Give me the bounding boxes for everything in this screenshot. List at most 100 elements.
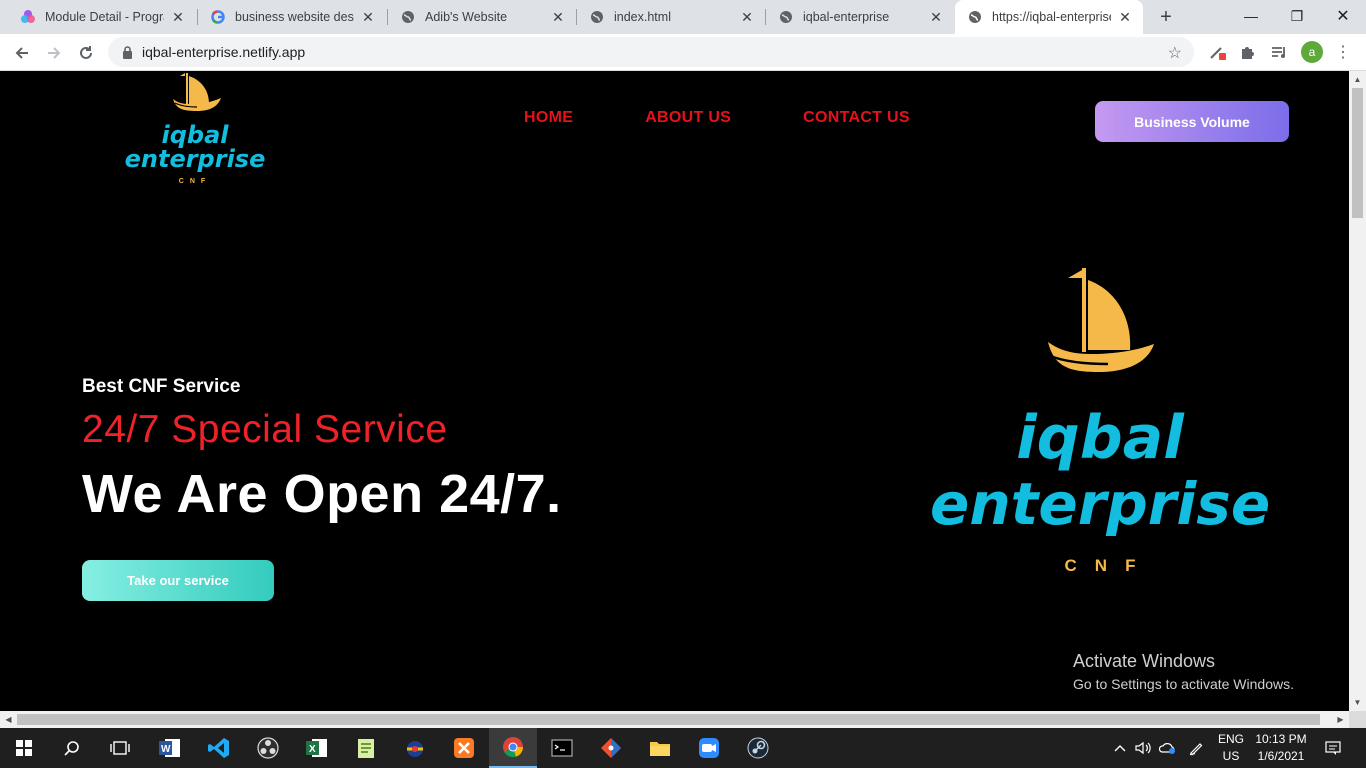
watermark-line2: Go to Settings to activate Windows. bbox=[1073, 676, 1294, 692]
scroll-left-arrow-icon[interactable]: ◀ bbox=[0, 711, 17, 728]
hero-title: We Are Open 24/7. bbox=[82, 464, 562, 524]
hero-kicker: Best CNF Service bbox=[82, 376, 241, 397]
app-icon[interactable] bbox=[391, 728, 439, 768]
logo-cnf: CNF bbox=[178, 178, 212, 185]
scroll-down-arrow-icon[interactable]: ▼ bbox=[1349, 694, 1366, 711]
close-window-button[interactable]: ✕ bbox=[1320, 0, 1366, 32]
close-tab-icon[interactable]: ✕ bbox=[360, 9, 376, 25]
globe-icon bbox=[400, 9, 416, 25]
horizontal-scroll-thumb[interactable] bbox=[17, 714, 1320, 725]
language-indicator[interactable]: ENG US bbox=[1214, 731, 1248, 765]
clock-date: 1/6/2021 bbox=[1257, 749, 1305, 763]
chrome-menu-icon[interactable]: ⋮ bbox=[1332, 41, 1354, 63]
tab-iqbal-enterprise[interactable]: iqbal-enterprise ✕ bbox=[766, 0, 954, 34]
nav-home[interactable]: HOME bbox=[524, 109, 573, 127]
horizontal-scrollbar[interactable]: ◀ ▶ bbox=[0, 711, 1349, 728]
tab-title: business website design bbox=[235, 10, 354, 24]
tab-adibs-website[interactable]: Adib's Website ✕ bbox=[388, 0, 576, 34]
onedrive-icon[interactable] bbox=[1156, 728, 1180, 768]
start-icon[interactable] bbox=[0, 728, 48, 768]
hero-logo-iqbal: iqbal bbox=[1016, 403, 1184, 473]
notepad-icon[interactable] bbox=[342, 728, 390, 768]
tab-strip: Module Detail - Progra ✕ business websit… bbox=[0, 0, 1366, 34]
business-volume-button[interactable]: Business Volume bbox=[1095, 101, 1289, 142]
main-nav: HOME ABOUT US CONTACT US bbox=[524, 109, 910, 127]
nav-about-us[interactable]: ABOUT US bbox=[645, 109, 731, 127]
hero-logo-enterprise: enterprise bbox=[930, 470, 1271, 538]
pinwheel-icon bbox=[20, 9, 36, 25]
scrollbar-corner bbox=[1349, 711, 1366, 728]
windows-taskbar: W X ENG US 10:13 PM 1/6/2021 bbox=[0, 728, 1366, 768]
tab-title: iqbal-enterprise bbox=[803, 10, 890, 24]
vscode-icon[interactable] bbox=[195, 728, 243, 768]
word-icon[interactable]: W bbox=[146, 728, 194, 768]
forward-button[interactable] bbox=[40, 39, 68, 67]
scroll-up-arrow-icon[interactable]: ▲ bbox=[1349, 71, 1366, 88]
tab-business-website[interactable]: business website design ✕ bbox=[198, 0, 386, 34]
bookmark-star-icon[interactable]: ☆ bbox=[1168, 43, 1182, 63]
arrow-right-icon bbox=[48, 47, 61, 59]
system-clock[interactable]: 10:13 PM 1/6/2021 bbox=[1250, 731, 1312, 765]
tab-index-html[interactable]: index.html ✕ bbox=[577, 0, 765, 34]
hero-special: 24/7 Special Service bbox=[82, 408, 448, 451]
close-tab-icon[interactable]: ✕ bbox=[170, 9, 186, 25]
media-queue-icon[interactable] bbox=[1268, 41, 1290, 63]
url-text: iqbal-enterprise.netlify.app bbox=[142, 44, 306, 60]
maximize-button[interactable]: ❐ bbox=[1274, 0, 1320, 32]
clock-time: 10:13 PM bbox=[1255, 732, 1307, 746]
profile-avatar[interactable]: a bbox=[1301, 41, 1323, 63]
excel-icon[interactable]: X bbox=[293, 728, 341, 768]
search-icon[interactable] bbox=[48, 728, 96, 768]
sailboat-icon bbox=[173, 73, 221, 111]
chrome-icon[interactable] bbox=[489, 728, 537, 768]
tab-module-detail[interactable]: Module Detail - Progra ✕ bbox=[8, 0, 196, 34]
steam-icon[interactable] bbox=[734, 728, 782, 768]
tab-active-iqbal-enterprise[interactable]: https://iqbal-enterprise ✕ bbox=[955, 0, 1143, 34]
close-tab-icon[interactable]: ✕ bbox=[1117, 9, 1133, 25]
volume-icon[interactable] bbox=[1132, 728, 1154, 768]
close-tab-icon[interactable]: ✕ bbox=[739, 9, 755, 25]
puzzle-extensions-icon[interactable] bbox=[1237, 41, 1259, 63]
tab-title: https://iqbal-enterprise bbox=[992, 10, 1111, 24]
sailboat-icon bbox=[1048, 268, 1154, 372]
logo-word-iqbal: iqbal bbox=[161, 121, 229, 149]
git-icon[interactable] bbox=[587, 728, 635, 768]
explorer-icon[interactable] bbox=[636, 728, 684, 768]
hero-logo: iqbal enterprise CNF bbox=[930, 266, 1270, 586]
obs-icon[interactable] bbox=[244, 728, 292, 768]
globe-icon bbox=[967, 9, 983, 25]
lock-icon bbox=[120, 45, 134, 59]
new-tab-button[interactable]: + bbox=[1154, 5, 1178, 29]
site-logo[interactable]: iqbal enterprise CNF bbox=[105, 71, 285, 189]
globe-icon bbox=[589, 9, 605, 25]
logo-word-enterprise: enterprise bbox=[124, 145, 266, 173]
notifications-icon[interactable] bbox=[1318, 728, 1348, 768]
nav-contact-us[interactable]: CONTACT US bbox=[803, 109, 910, 127]
svg-text:W: W bbox=[161, 744, 171, 755]
tab-title: Module Detail - Progra bbox=[45, 10, 164, 24]
activate-windows-watermark: Activate Windows Go to Settings to activ… bbox=[1073, 651, 1294, 692]
scroll-right-arrow-icon[interactable]: ▶ bbox=[1332, 711, 1349, 728]
task-view-icon[interactable] bbox=[96, 728, 144, 768]
globe-icon bbox=[778, 9, 794, 25]
address-bar[interactable]: iqbal-enterprise.netlify.app ☆ bbox=[108, 37, 1194, 67]
vertical-scroll-thumb[interactable] bbox=[1352, 88, 1363, 218]
xampp-icon[interactable] bbox=[440, 728, 488, 768]
hero-logo-cnf: CNF bbox=[1064, 556, 1154, 575]
extension-icon[interactable] bbox=[1206, 41, 1228, 63]
chevron-up-icon[interactable] bbox=[1110, 728, 1130, 768]
arrow-left-icon bbox=[15, 47, 28, 59]
reload-button[interactable] bbox=[72, 39, 100, 67]
minimize-button[interactable]: — bbox=[1228, 0, 1274, 32]
take-our-service-button[interactable]: Take our service bbox=[82, 560, 274, 601]
pen-icon[interactable] bbox=[1184, 728, 1208, 768]
browser-toolbar: iqbal-enterprise.netlify.app ☆ a ⋮ bbox=[0, 34, 1366, 71]
close-tab-icon[interactable]: ✕ bbox=[928, 9, 944, 25]
close-tab-icon[interactable]: ✕ bbox=[550, 9, 566, 25]
terminal-icon[interactable] bbox=[538, 728, 586, 768]
vertical-scrollbar[interactable]: ▲ ▼ bbox=[1349, 71, 1366, 711]
back-button[interactable] bbox=[8, 39, 36, 67]
watermark-line1: Activate Windows bbox=[1073, 651, 1216, 671]
zoom-icon[interactable] bbox=[685, 728, 733, 768]
reload-icon bbox=[80, 46, 92, 59]
